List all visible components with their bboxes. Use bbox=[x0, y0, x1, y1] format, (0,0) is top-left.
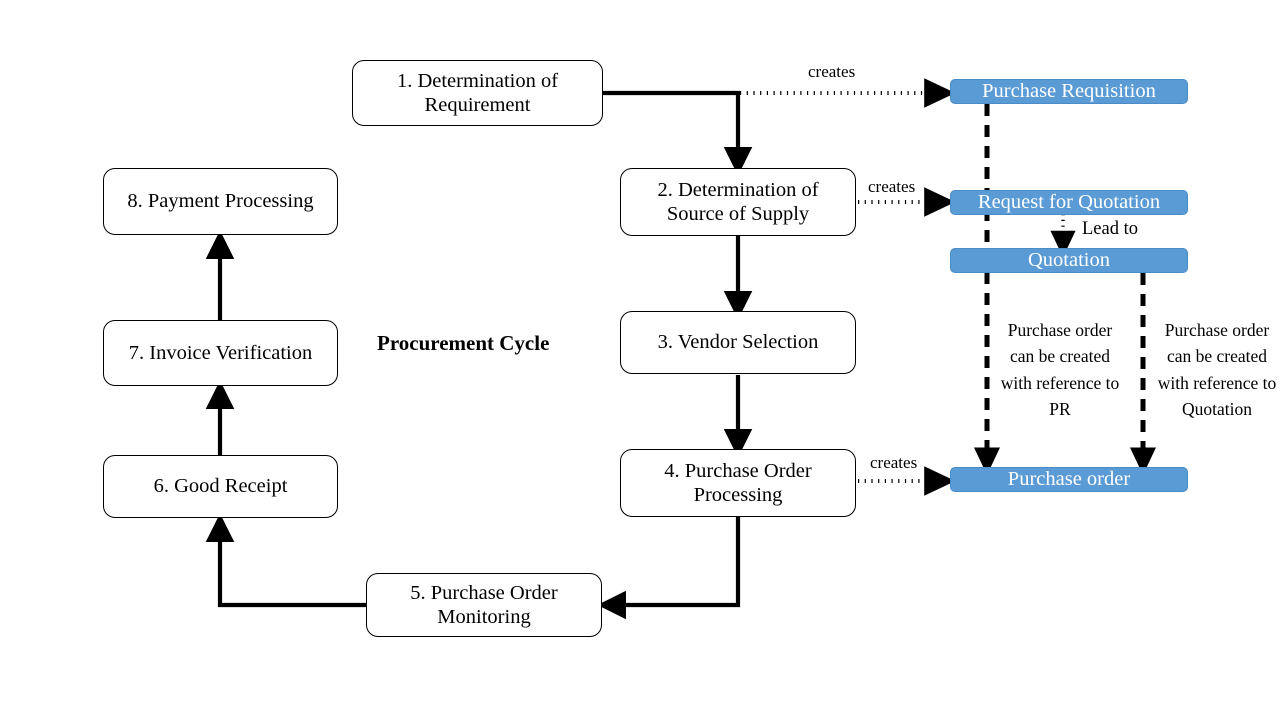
process-step-5-label: 5. Purchase Order Monitoring bbox=[410, 581, 558, 628]
process-step-8-label: 8. Payment Processing bbox=[127, 190, 314, 213]
process-step-5[interactable]: 5. Purchase Order Monitoring bbox=[366, 573, 602, 637]
process-step-1[interactable]: 1. Determination of Requirement bbox=[352, 60, 603, 126]
edge-label-creates-4: creates bbox=[870, 453, 918, 472]
process-step-3[interactable]: 3. Vendor Selection bbox=[620, 311, 856, 374]
process-step-3-label: 3. Vendor Selection bbox=[657, 331, 819, 354]
connector-step4-to-step5 bbox=[597, 517, 741, 620]
connector-step1-to-step2 bbox=[603, 90, 753, 176]
edge-label-creates-1: creates bbox=[808, 62, 856, 81]
diagram-canvas: 1. Determination of Requirement 2. Deter… bbox=[0, 0, 1280, 720]
process-step-7[interactable]: 7. Invoice Verification bbox=[103, 320, 338, 386]
process-step-6[interactable]: 6. Good Receipt bbox=[103, 455, 338, 518]
document-purchase-order-label: Purchase order bbox=[1007, 468, 1131, 491]
document-purchase-requisition[interactable]: Purchase Requisition bbox=[950, 79, 1188, 104]
process-step-4-label: 4. Purchase Order Processing bbox=[664, 459, 812, 506]
process-step-8[interactable]: 8. Payment Processing bbox=[103, 168, 338, 235]
document-request-for-quotation-label: Request for Quotation bbox=[977, 191, 1161, 214]
diagram-title: Procurement Cycle bbox=[377, 331, 550, 355]
process-step-4[interactable]: 4. Purchase Order Processing bbox=[620, 449, 856, 517]
document-request-for-quotation[interactable]: Request for Quotation bbox=[950, 190, 1188, 215]
process-step-6-label: 6. Good Receipt bbox=[153, 475, 288, 498]
document-purchase-requisition-label: Purchase Requisition bbox=[982, 80, 1156, 103]
document-quotation[interactable]: Quotation bbox=[950, 248, 1188, 273]
process-step-2-label: 2. Determination of Source of Supply bbox=[657, 178, 819, 225]
process-step-1-label: 1. Determination of Requirement bbox=[396, 69, 559, 116]
edge-label-lead-to: Lead to bbox=[1082, 219, 1138, 239]
document-purchase-order[interactable]: Purchase order bbox=[950, 467, 1188, 492]
connector-step5-to-step6 bbox=[205, 513, 366, 608]
annotation-reference-to-pr: Purchase order can be created with refer… bbox=[1000, 320, 1120, 419]
document-quotation-label: Quotation bbox=[1028, 249, 1110, 272]
annotation-reference-to-quotation: Purchase order can be created with refer… bbox=[1157, 320, 1277, 419]
process-step-2[interactable]: 2. Determination of Source of Supply bbox=[620, 168, 856, 236]
process-step-7-label: 7. Invoice Verification bbox=[128, 341, 313, 364]
edge-label-creates-2: creates bbox=[868, 177, 916, 196]
